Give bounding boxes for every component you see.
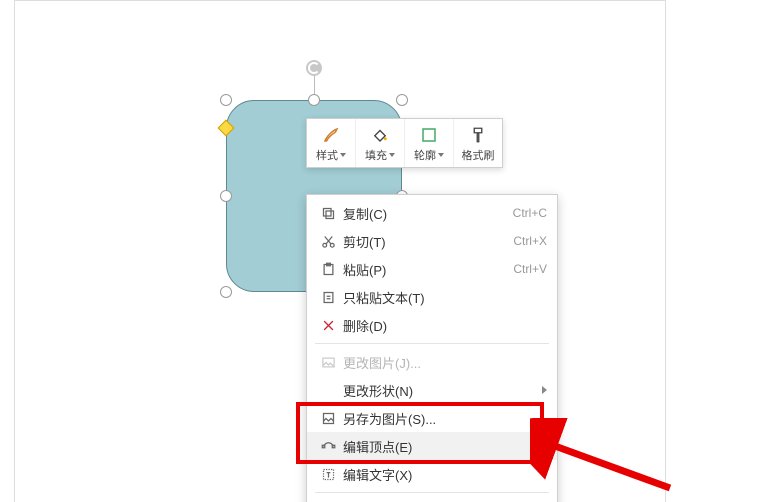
menu-edit-text-label: 编辑文字(X): [339, 465, 547, 484]
menu-change-image: 更改图片(J)...: [307, 348, 557, 376]
chevron-right-icon: [542, 386, 547, 394]
menu-separator: [315, 343, 549, 344]
edit-text-icon: [317, 467, 339, 482]
menu-separator: [315, 492, 549, 493]
save-image-icon: [317, 411, 339, 426]
menu-cut[interactable]: 剪切(T) Ctrl+X: [307, 227, 557, 255]
fill-label: 填充: [365, 147, 387, 163]
style-label: 样式: [316, 147, 338, 163]
paste-icon: [317, 262, 339, 277]
edit-points-icon: [317, 439, 339, 454]
menu-delete-label: 删除(D): [339, 316, 547, 335]
resize-handle-bl[interactable]: [220, 286, 232, 298]
menu-copy-shortcut: Ctrl+C: [513, 206, 547, 220]
format-painter-label: 格式刷: [462, 147, 495, 163]
menu-copy-label: 复制(C): [339, 204, 513, 223]
context-menu: 复制(C) Ctrl+C 剪切(T) Ctrl+X 粘贴(P) Ctrl+V 只…: [306, 194, 558, 502]
resize-handle-tl[interactable]: [220, 94, 232, 106]
menu-delete[interactable]: 删除(D): [307, 311, 557, 339]
chevron-down-icon: [438, 153, 444, 157]
cut-icon: [317, 234, 339, 249]
format-painter-button[interactable]: 格式刷: [453, 119, 502, 167]
menu-change-shape[interactable]: 更改形状(N): [307, 376, 557, 404]
style-dropdown[interactable]: 样式: [307, 119, 355, 167]
menu-font[interactable]: 字体(F)...: [307, 497, 557, 502]
copy-icon: [317, 206, 339, 221]
delete-icon: [317, 318, 339, 333]
paste-text-icon: [317, 290, 339, 305]
menu-change-image-label: 更改图片(J)...: [339, 353, 547, 372]
chevron-down-icon: [340, 153, 346, 157]
format-painter-icon: [468, 125, 488, 145]
outline-icon: [419, 125, 439, 145]
menu-cut-shortcut: Ctrl+X: [513, 234, 547, 248]
brush-icon: [321, 125, 341, 145]
menu-paste-text[interactable]: 只粘贴文本(T): [307, 283, 557, 311]
menu-edit-points-label: 编辑顶点(E): [339, 437, 547, 456]
mini-toolbar: 样式 填充 轮廓 格式刷: [306, 118, 503, 168]
resize-handle-tr[interactable]: [396, 94, 408, 106]
outline-label: 轮廓: [414, 147, 436, 163]
menu-save-as-image-label: 另存为图片(S)...: [339, 409, 547, 428]
menu-paste[interactable]: 粘贴(P) Ctrl+V: [307, 255, 557, 283]
rotate-handle-icon[interactable]: [306, 60, 322, 76]
chevron-down-icon: [389, 153, 395, 157]
menu-edit-text[interactable]: 编辑文字(X): [307, 460, 557, 488]
resize-handle-ml[interactable]: [220, 190, 232, 202]
menu-paste-label: 粘贴(P): [339, 260, 513, 279]
menu-paste-shortcut: Ctrl+V: [513, 262, 547, 276]
outline-dropdown[interactable]: 轮廓: [404, 119, 453, 167]
bucket-icon: [370, 125, 390, 145]
menu-change-shape-label: 更改形状(N): [339, 381, 536, 400]
menu-cut-label: 剪切(T): [339, 232, 513, 251]
image-icon: [317, 355, 339, 370]
menu-paste-text-label: 只粘贴文本(T): [339, 288, 547, 307]
menu-save-as-image[interactable]: 另存为图片(S)...: [307, 404, 557, 432]
resize-handle-tm[interactable]: [308, 94, 320, 106]
fill-dropdown[interactable]: 填充: [355, 119, 404, 167]
menu-edit-points[interactable]: 编辑顶点(E): [307, 432, 557, 460]
menu-copy[interactable]: 复制(C) Ctrl+C: [307, 199, 557, 227]
